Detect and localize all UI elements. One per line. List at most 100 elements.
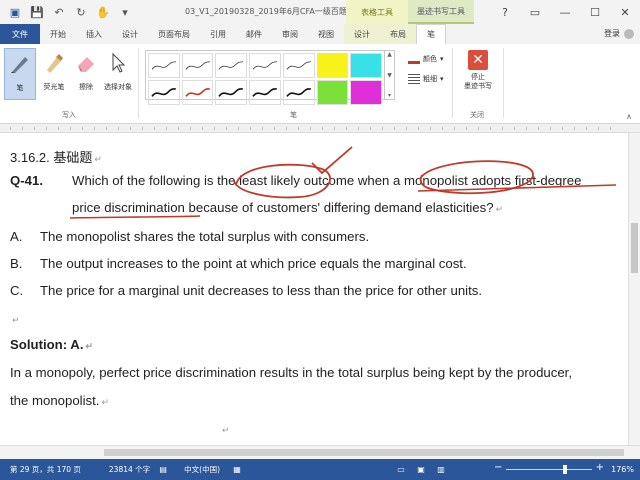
tab-mailings[interactable]: 邮件 — [236, 24, 272, 44]
ribbon: 笔 荧光笔 擦除 选择对象 ▲ ▼ ▾ 颜色 ▾ 粗细 ▾ ✕ 停止 墨迹书写 … — [0, 44, 640, 124]
option-text: The price for a marginal unit decreases … — [40, 283, 483, 298]
highlighter-button[interactable]: 荧光笔 — [38, 48, 70, 92]
eraser-button[interactable]: 擦除 — [70, 48, 102, 92]
option-text: The monopolist shares the total surplus … — [40, 229, 370, 244]
pen-swatch[interactable] — [249, 53, 281, 78]
pen-swatch-red[interactable] — [181, 79, 214, 105]
maximize-icon[interactable]: ☐ — [580, 0, 610, 24]
tab-file[interactable]: 文件 — [0, 24, 40, 44]
tab-pens[interactable]: 笔 — [416, 24, 446, 44]
pen-swatch[interactable] — [148, 53, 180, 78]
highlighter-swatch-cyan[interactable] — [350, 53, 382, 78]
ribbon-separator — [452, 48, 453, 118]
color-dropdown[interactable]: 颜色 ▾ — [408, 54, 444, 64]
tab-home[interactable]: 开始 — [40, 24, 76, 44]
vertical-scrollbar[interactable] — [628, 133, 640, 445]
chevron-down-icon[interactable]: ▼ — [387, 72, 392, 79]
ink-check-mark — [311, 146, 353, 175]
chevron-down-icon: ▾ — [440, 55, 444, 63]
thickness-dropdown[interactable]: 粗细 ▾ — [408, 74, 444, 84]
group-label-write: 写入 — [62, 111, 76, 119]
gallery-scroll[interactable]: ▲ ▼ ▾ — [385, 50, 395, 100]
zoom-track[interactable] — [506, 469, 592, 470]
group-label-close: 关闭 — [470, 111, 484, 119]
chevron-down-icon: ▾ — [440, 75, 444, 83]
horizontal-scrollbar[interactable] — [0, 445, 640, 459]
minimize-icon[interactable]: — — [550, 0, 580, 24]
pen-button[interactable]: 笔 — [4, 48, 36, 100]
pen-swatch[interactable] — [282, 79, 315, 105]
title-bar: ▣ 💾 ↶ ↻ ✋ ▾ 03_V1_20190328_2019年6月CFA一级百… — [0, 0, 640, 24]
ribbon-tabs: 文件 开始 插入 设计 页面布局 引用 邮件 审阅 视图 设计 布局 笔 登录 — [0, 24, 640, 44]
paragraph-mark: ↵ — [222, 425, 230, 435]
chevron-up-icon[interactable]: ▲ — [387, 51, 392, 58]
pen-color-icon — [408, 54, 420, 64]
pen-swatch[interactable] — [249, 79, 281, 105]
scroll-thumb[interactable] — [104, 449, 624, 456]
context-label-table-tools: 表格工具 — [346, 0, 408, 24]
highlighter-swatch-magenta[interactable] — [350, 79, 382, 105]
stop-inking-label-line1: 停止 — [471, 73, 485, 81]
close-icon[interactable]: ✕ — [610, 0, 640, 24]
stop-inking-button[interactable]: ✕ 停止 墨迹书写 — [460, 50, 496, 91]
option-text: The output increases to the point at whi… — [40, 256, 467, 271]
ink-underline-price-discrimination — [69, 215, 201, 219]
zoom-slider[interactable]: − + — [494, 462, 604, 474]
undo-icon[interactable]: ↶ — [50, 3, 68, 21]
zoom-knob[interactable] — [563, 465, 568, 474]
language[interactable]: 中文(中国) — [184, 464, 220, 475]
save-icon[interactable]: 💾 — [28, 3, 46, 21]
touch-mode-icon[interactable]: ✋ — [94, 3, 112, 21]
customize-toolbar-icon[interactable]: ▾ — [116, 3, 134, 21]
tab-insert[interactable]: 插入 — [76, 24, 112, 44]
redo-icon[interactable]: ↻ — [72, 3, 90, 21]
tab-table-design[interactable]: 设计 — [344, 24, 380, 44]
question-text-line2: price discrimination because of customer… — [72, 200, 504, 215]
option-letter: A. — [10, 229, 23, 244]
pen-swatch[interactable] — [148, 79, 180, 105]
read-mode-icon[interactable]: ▭ — [394, 464, 408, 476]
zoom-in-icon[interactable]: + — [596, 462, 604, 473]
page-count[interactable]: 第 29 页，共 170 页 — [10, 464, 81, 475]
print-layout-icon[interactable]: ▣ — [414, 464, 428, 476]
proofing-icon[interactable]: ▤ — [156, 464, 170, 476]
pen-swatch[interactable] — [215, 79, 248, 105]
stop-x-icon: ✕ — [468, 50, 488, 70]
sign-in-label: 登录 — [604, 29, 620, 38]
quick-access-toolbar: ▣ 💾 ↶ ↻ ✋ ▾ — [0, 3, 134, 21]
section-heading: 3.16.2. 基础题 ↵ — [10, 150, 102, 165]
color-label: 颜色 — [423, 55, 437, 63]
scroll-thumb[interactable] — [631, 223, 638, 273]
highlighter-swatch-green[interactable] — [316, 79, 349, 105]
zoom-level[interactable]: 176% — [611, 465, 634, 474]
tab-table-layout[interactable]: 布局 — [380, 24, 416, 44]
pen-label: 笔 — [16, 84, 24, 92]
tab-design[interactable]: 设计 — [112, 24, 148, 44]
document-page[interactable]: 3.16.2. 基础题 ↵ Q-41. Which of the followin… — [0, 133, 628, 445]
tab-review[interactable]: 审阅 — [272, 24, 308, 44]
web-layout-icon[interactable]: ▥ — [434, 464, 448, 476]
ruler — [0, 124, 640, 133]
zoom-out-icon[interactable]: − — [494, 462, 502, 473]
gallery-more-icon[interactable]: ▾ — [388, 92, 391, 99]
tab-references[interactable]: 引用 — [200, 24, 236, 44]
pen-swatch[interactable] — [282, 53, 315, 78]
ribbon-display-icon[interactable]: ▭ — [520, 0, 550, 24]
tab-page-layout[interactable]: 页面布局 — [148, 24, 200, 44]
tab-view[interactable]: 视图 — [308, 24, 344, 44]
thickness-label: 粗细 — [423, 75, 437, 83]
question-text-line1: Which of the following is the least like… — [72, 173, 582, 188]
pen-swatch[interactable] — [181, 53, 214, 78]
sign-in[interactable]: 登录 — [604, 28, 634, 39]
explanation-line1: In a monopoly, perfect price discriminat… — [10, 365, 572, 380]
word-count[interactable]: 23814 个字 — [109, 464, 150, 475]
stop-inking-label-line2: 墨迹书写 — [464, 82, 492, 90]
help-icon[interactable]: ? — [490, 0, 520, 24]
pen-swatch[interactable] — [215, 53, 248, 78]
highlighter-swatch-yellow[interactable] — [316, 53, 349, 78]
option-letter: C. — [10, 283, 24, 298]
eraser-label: 擦除 — [79, 83, 93, 91]
select-objects-button[interactable]: 选择对象 — [102, 48, 134, 92]
macro-record-icon[interactable]: ▦ — [230, 464, 244, 476]
collapse-ribbon-icon[interactable]: ∧ — [626, 112, 632, 121]
